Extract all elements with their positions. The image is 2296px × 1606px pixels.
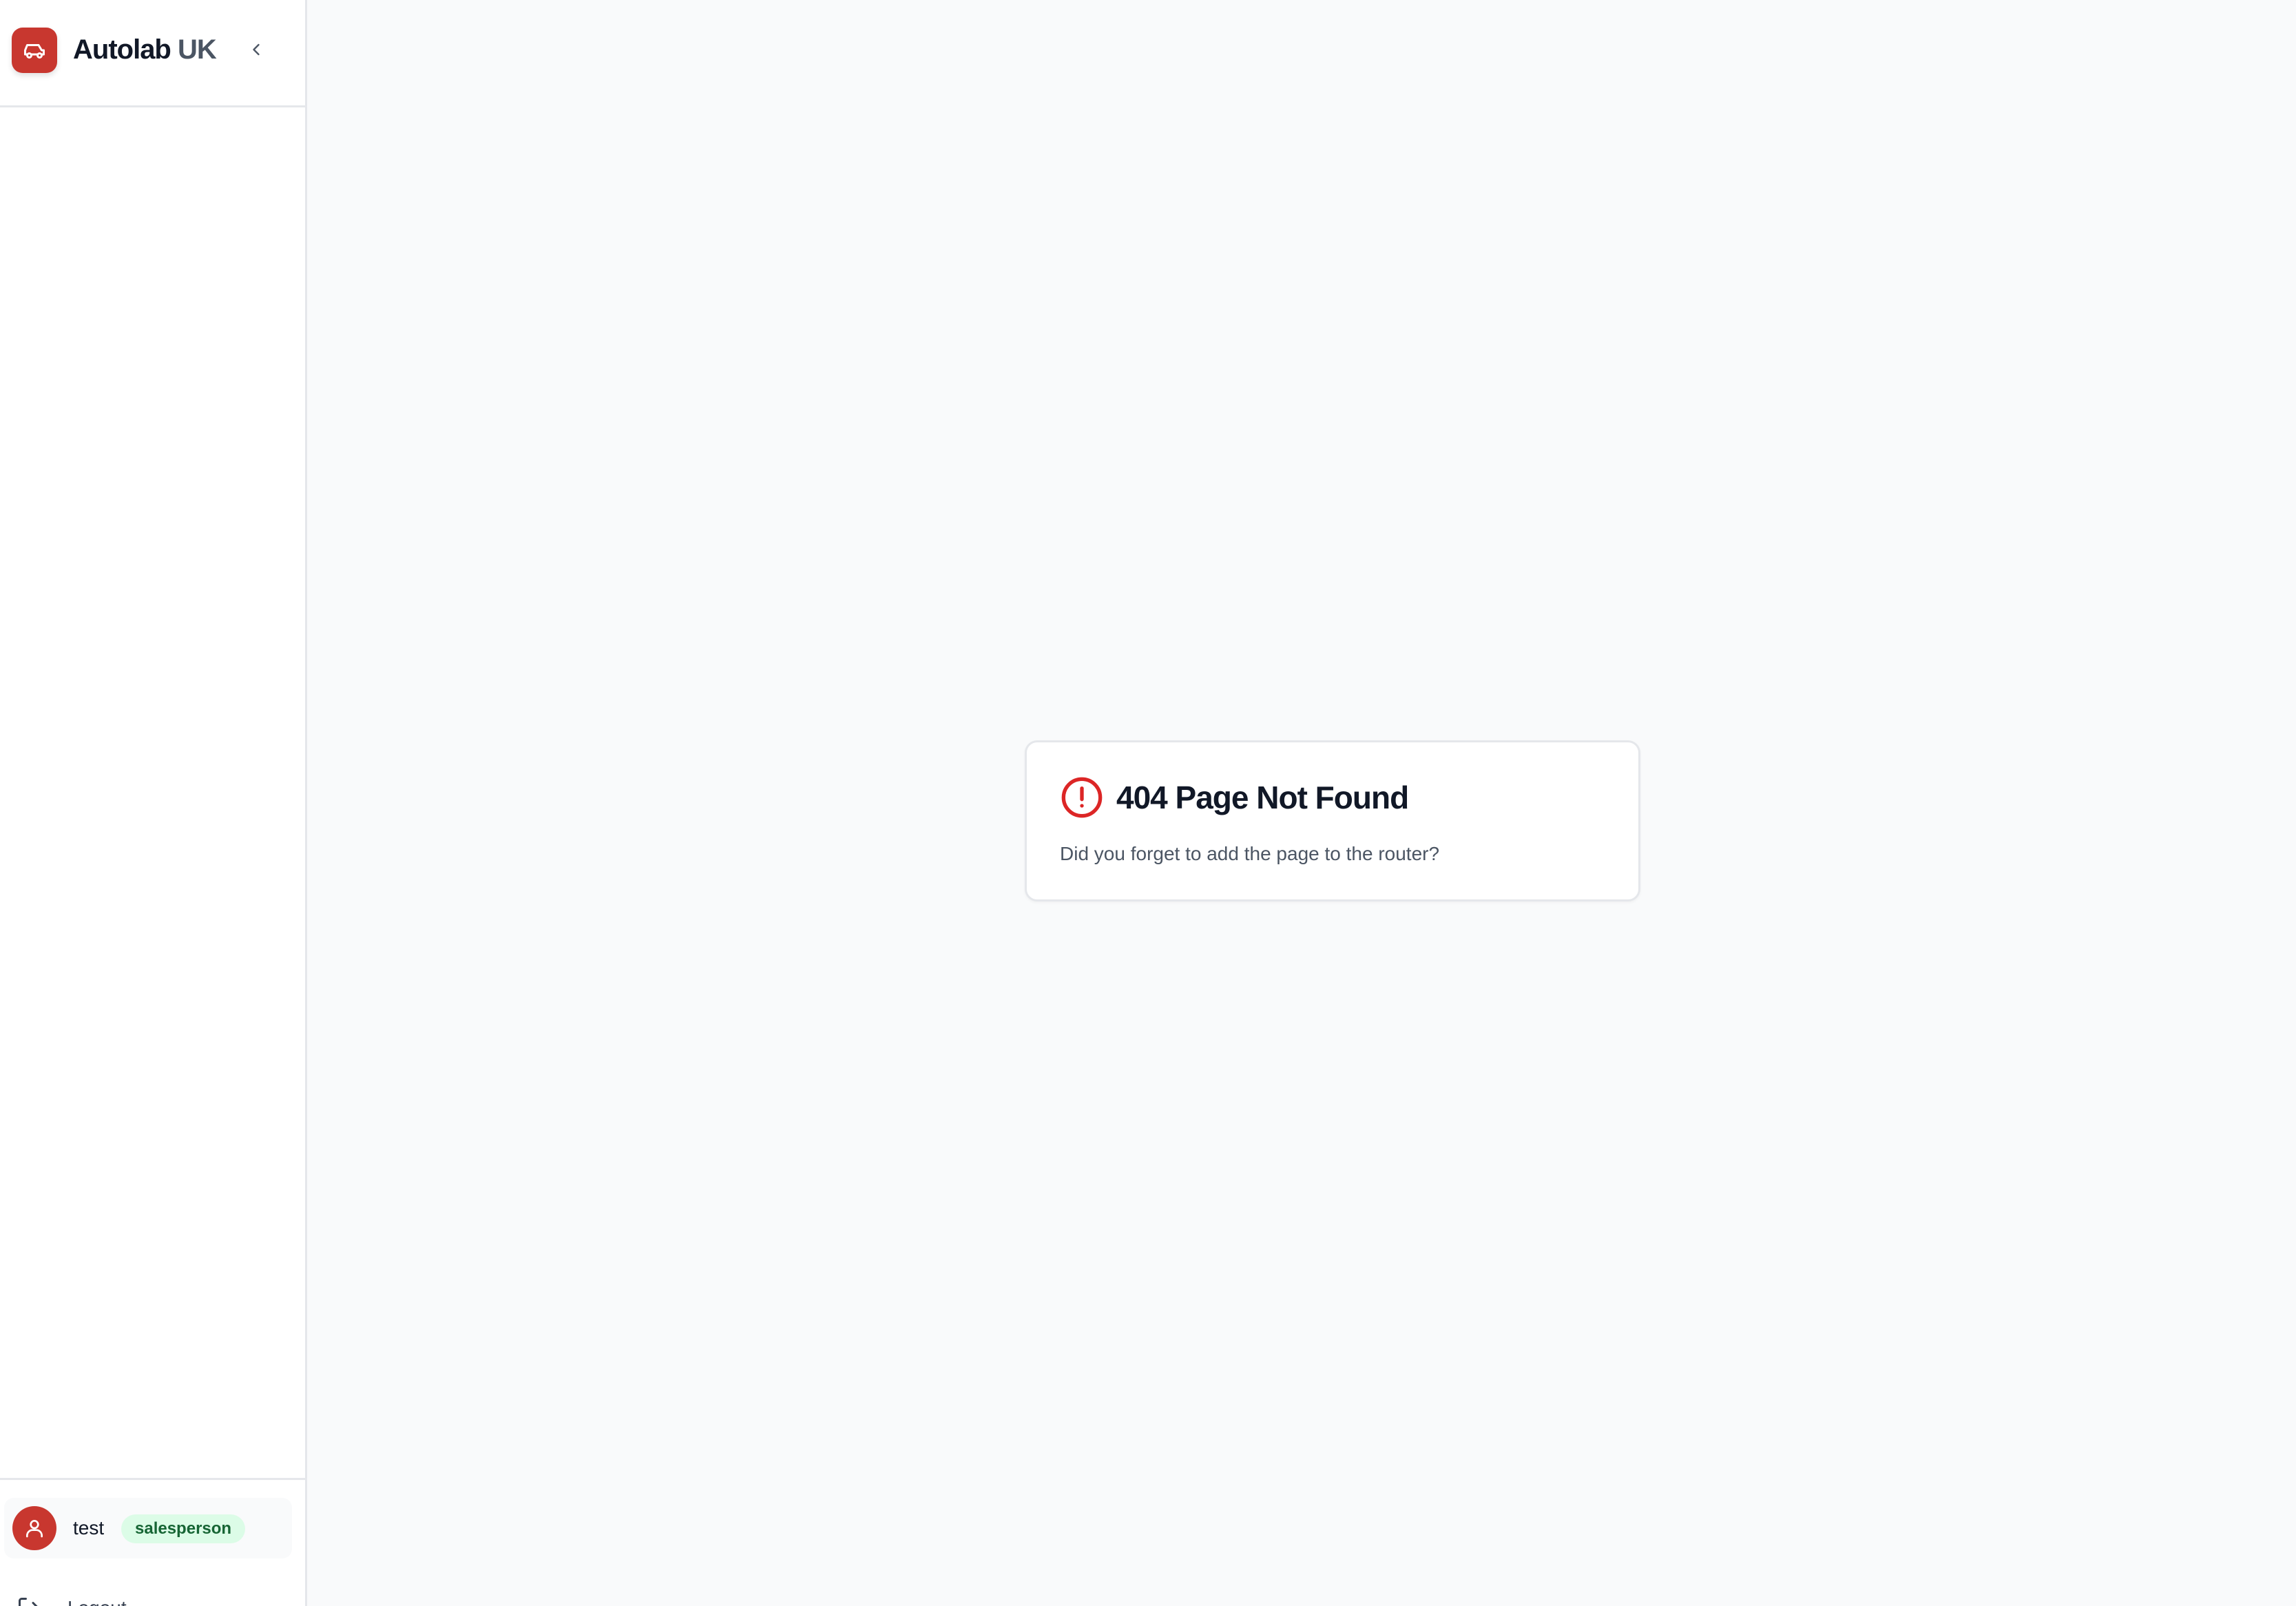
app-root: Autolab UK test salesperson 404 Page Not… [0,0,2296,1606]
logout-button[interactable]: Logout [0,1583,305,1606]
logout-icon [19,1598,38,1606]
alert-circle-icon [1061,777,1103,818]
not-found-card: 404 Page Not Found Did you forget to add… [1025,740,1640,901]
user-role-badge: salesperson [121,1514,246,1543]
collapse-sidebar-button[interactable] [242,36,270,63]
logout-label: Logout [67,1596,127,1606]
sidebar-footer: test salesperson Logout [0,1478,305,1606]
user-name: test [73,1517,105,1539]
avatar [12,1506,56,1550]
chevron-left-icon [253,43,260,56]
brand-name-main: Autolab [73,34,171,65]
error-message: Did you forget to add the page to the ro… [1060,843,1440,864]
brand-name-suffix: UK [178,34,217,65]
brand-logo[interactable] [12,28,57,73]
user-card[interactable]: test salesperson [4,1498,292,1558]
sidebar: Autolab UK test salesperson [0,0,307,1606]
brand-name: Autolab UK [73,30,217,69]
main-content: 404 Page Not Found Did you forget to add… [307,0,2296,1606]
page-title: 404 Page Not Found [1116,780,1409,815]
car-icon [24,44,45,59]
sidebar-header: Autolab UK [0,0,305,107]
user-icon [26,1520,43,1538]
